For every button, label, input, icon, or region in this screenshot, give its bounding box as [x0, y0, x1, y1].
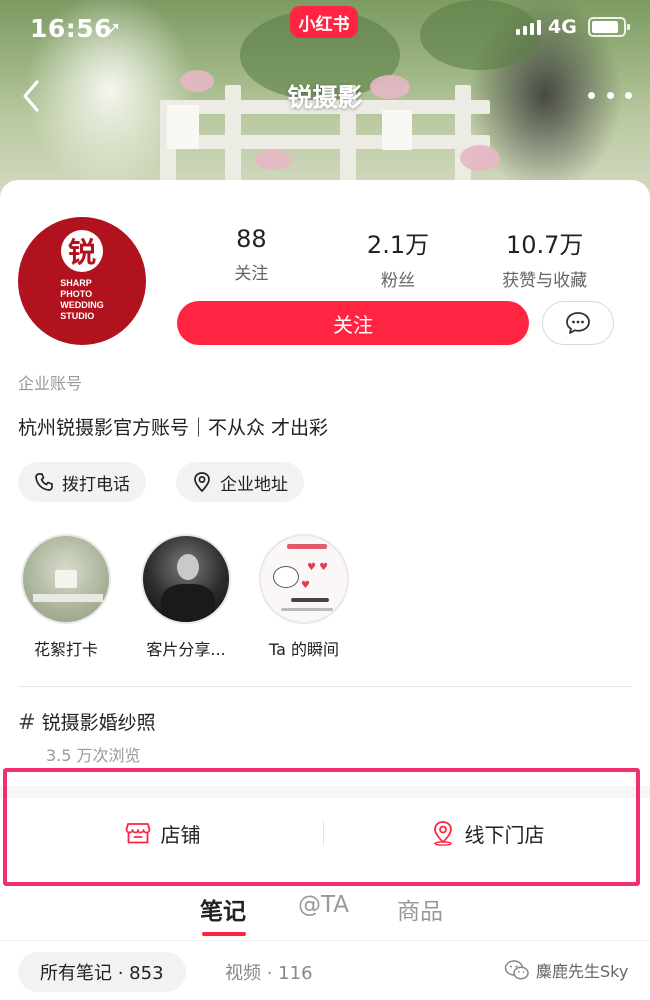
highlight-item[interactable]: ♥ ♥ ♥ Ta 的瞬间: [244, 534, 364, 660]
offline-store-button[interactable]: 线下门店: [325, 798, 650, 868]
back-button[interactable]: [14, 76, 48, 116]
topic-name: 锐摄影婚纱照: [41, 712, 156, 734]
more-button[interactable]: [588, 80, 632, 110]
call-label: 拨打电话: [62, 474, 130, 495]
more-dot-icon: [625, 91, 632, 99]
highlight-label: Ta 的瞬间: [268, 640, 340, 659]
store-button[interactable]: 店铺: [0, 798, 325, 868]
tab-products[interactable]: 商品: [397, 892, 443, 926]
address-button[interactable]: 企业地址: [176, 462, 304, 502]
highlight-label: 客片分享...: [146, 640, 226, 659]
chat-bubble-icon: [566, 312, 590, 334]
stat-value: 88: [236, 225, 267, 253]
wechat-icon: [504, 960, 529, 980]
highlight-item[interactable]: 花絮打卡: [6, 534, 126, 660]
watermark-text: 麋鹿先生Sky: [536, 962, 629, 981]
message-button[interactable]: [542, 301, 614, 345]
avatar-logo-text: SHARP PHOTO WEDDING STUDIO: [60, 278, 104, 321]
stat-likes-collects[interactable]: 10.7万 获赞与收藏: [471, 225, 618, 291]
offline-store-label: 线下门店: [464, 822, 545, 847]
location-pin-icon: [433, 821, 452, 846]
stat-label: 获赞与收藏: [502, 271, 588, 291]
app-logo: 小红书: [290, 6, 358, 38]
follow-button[interactable]: 关注: [177, 301, 529, 345]
section-gap: [0, 786, 650, 798]
topic-views: 3.5 万次浏览: [46, 746, 141, 765]
profile-stats: 88 关注 2.1万 粉丝 10.7万 获赞与收藏: [178, 225, 618, 291]
more-dot-icon: [606, 91, 614, 99]
location-pin-icon: [194, 472, 210, 493]
account-type-label: 企业账号: [18, 374, 83, 393]
avatar-logo-mark: 锐: [61, 230, 103, 272]
watermark: 麋鹿先生Sky: [504, 958, 628, 982]
subtab-all-notes[interactable]: 所有笔记 · 853: [18, 952, 186, 992]
stat-value: 2.1万: [366, 231, 430, 259]
tab-notes[interactable]: 笔记: [200, 892, 246, 926]
stat-label: 粉丝: [381, 271, 415, 291]
location-arrow-icon: ➚: [106, 18, 122, 39]
highlight-thumbnail: [21, 534, 111, 624]
highlight-thumbnail: ♥ ♥ ♥: [259, 534, 349, 624]
network-type: 4G: [548, 16, 577, 38]
phone-icon: [35, 473, 53, 491]
chevron-left-icon: [23, 80, 39, 112]
call-button[interactable]: 拨打电话: [18, 462, 146, 502]
storefront-icon: [125, 823, 150, 844]
subtab-videos[interactable]: 视频 · 116: [225, 952, 313, 992]
topic-link[interactable]: # 锐摄影婚纱照: [18, 708, 156, 735]
tabs-divider: [0, 940, 650, 941]
profile-card: 锐 SHARP PHOTO WEDDING STUDIO 88 关注 2.1万 …: [0, 180, 650, 1000]
signal-icon: [516, 20, 541, 35]
shop-entry-row: 店铺 线下门店: [0, 798, 650, 868]
stat-following[interactable]: 88 关注: [178, 225, 325, 291]
store-label: 店铺: [160, 822, 201, 847]
status-time: 16:56: [30, 14, 113, 43]
page-title: 锐摄影: [287, 83, 363, 112]
content-tabs: 笔记 @TA 商品: [0, 886, 650, 940]
avatar[interactable]: 锐 SHARP PHOTO WEDDING STUDIO: [18, 217, 146, 345]
shop-separator: [323, 820, 324, 846]
battery-icon: [588, 17, 630, 37]
bio-text: 杭州锐摄影官方账号｜不从众 才出彩: [18, 417, 329, 439]
stat-followers[interactable]: 2.1万 粉丝: [325, 225, 472, 291]
stat-label: 关注: [234, 264, 269, 284]
stat-value: 10.7万: [505, 231, 584, 259]
status-bar: 16:56 ➚ 小红书 4G: [0, 0, 650, 56]
section-divider: [18, 686, 632, 687]
highlight-thumbnail: [141, 534, 231, 624]
hashtag-icon: #: [18, 709, 36, 734]
more-dot-icon: [588, 91, 595, 99]
active-tab-underline: [202, 932, 246, 936]
tab-at-ta[interactable]: @TA: [298, 892, 349, 918]
highlight-item[interactable]: 客片分享...: [126, 534, 246, 660]
address-label: 企业地址: [220, 474, 288, 495]
highlight-label: 花絮打卡: [33, 640, 98, 659]
